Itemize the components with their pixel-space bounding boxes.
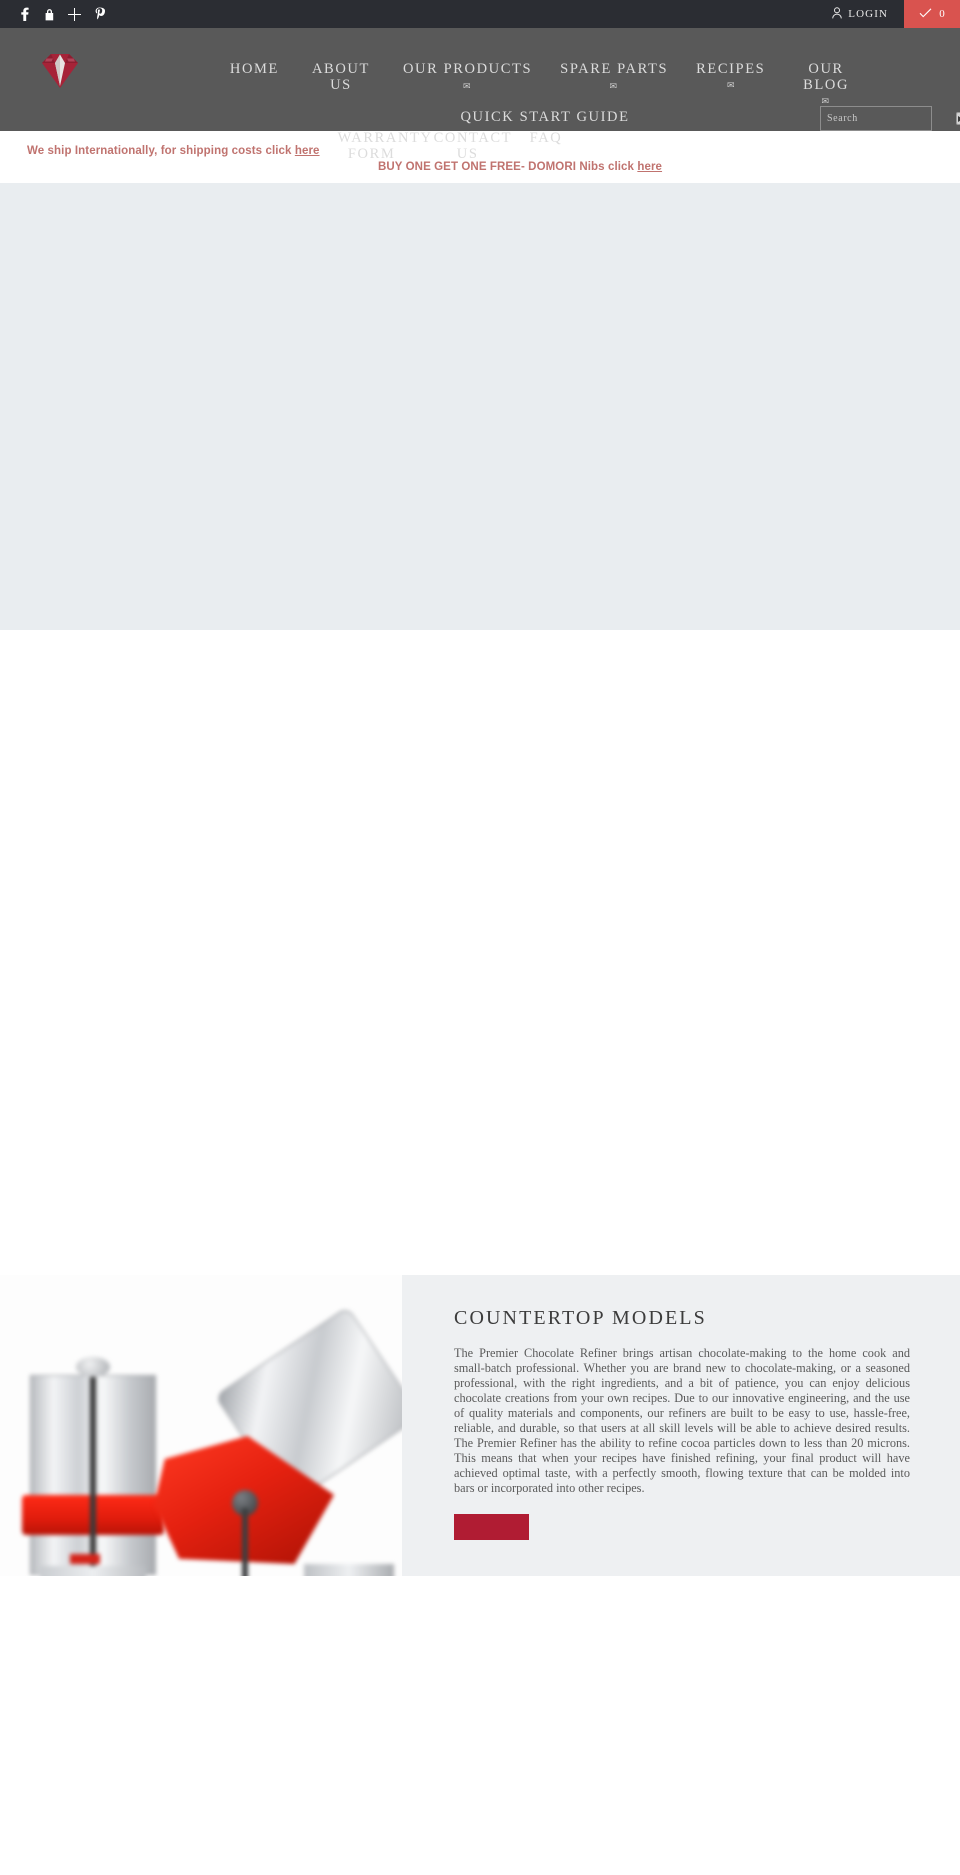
countertop-models-section: COUNTERTOP MODELS The Premier Chocolate … (0, 1275, 960, 1576)
nav-item[interactable]: OUR PRODUCTS ✉ (389, 61, 546, 94)
section-title: COUNTERTOP MODELS (454, 1307, 707, 1329)
login-label: LOGIN (848, 8, 888, 20)
plus-icon[interactable] (62, 0, 87, 28)
social-links (0, 0, 112, 28)
logo-link[interactable] (0, 28, 120, 92)
nav-item-label: FAQ (529, 130, 563, 146)
chevron-down-icon: ✉ (462, 80, 473, 91)
nav-item[interactable]: RECIPES ✉ (682, 61, 778, 94)
nav-item[interactable]: SPARE PARTS ✉ (546, 61, 682, 94)
nav-item-label: SPARE PARTS (560, 61, 669, 77)
nav-item-label: OUR PRODUCTS (402, 61, 533, 77)
nav-item[interactable]: FAQ (516, 130, 577, 147)
nav-item[interactable]: OUR BLOG ✉ (778, 61, 874, 110)
cart-button[interactable]: 0 (904, 0, 960, 28)
nav-item[interactable]: QUICK START GUIDE (446, 108, 643, 126)
shop-now-button[interactable] (454, 1514, 529, 1540)
site-header: HOME ABOUT US OUR PRODUCTS ✉ SPARE PARTS… (0, 28, 960, 161)
nav-row-secondary: WARRANTY FORM CONTACT US FAQ (120, 130, 960, 162)
chevron-down-icon: ✉ (727, 79, 737, 90)
hero-slideshow[interactable] (0, 183, 960, 630)
announcement-link[interactable]: here (637, 161, 662, 173)
product-image[interactable] (0, 1275, 402, 1576)
diamond-logo-icon (42, 54, 78, 88)
nav-item-label: QUICK START GUIDE (460, 108, 630, 125)
cart-check-icon (919, 7, 932, 21)
user-icon (832, 6, 843, 22)
search-submit-button[interactable] (956, 112, 960, 125)
facebook-icon[interactable] (12, 0, 37, 28)
top-utility-bar: LOGIN 0 (0, 0, 960, 28)
nav-item-label: OUR BLOG (803, 61, 850, 93)
announcement-text: BUY ONE GET ONE FREE- DOMORI Nibs click (377, 161, 638, 173)
nav-item-label: CONTACT US (433, 130, 513, 162)
topbar-right-group: LOGIN 0 (816, 0, 960, 28)
nav-item-label: WARRANTY FORM (337, 130, 433, 162)
lock-icon[interactable] (37, 0, 62, 28)
search-form (820, 106, 960, 131)
login-button[interactable]: LOGIN (816, 0, 904, 28)
section-body: The Premier Chocolate Refiner brings art… (454, 1346, 910, 1495)
chevron-down-icon: ✉ (609, 80, 619, 91)
nav-item[interactable]: HOME (216, 61, 293, 78)
content-spacer (0, 630, 960, 1275)
cart-count: 0 (939, 8, 945, 20)
nav-item[interactable]: CONTACT US (420, 130, 516, 162)
search-input[interactable] (821, 113, 956, 124)
nav-item-label: ABOUT US (311, 61, 370, 93)
nav-item[interactable]: WARRANTY FORM (324, 130, 431, 162)
nav-item[interactable]: ABOUT US (293, 61, 389, 93)
feature-text-panel: COUNTERTOP MODELS The Premier Chocolate … (402, 1275, 960, 1576)
nav-item-label: RECIPES (696, 61, 766, 77)
nav-item-label: HOME (229, 61, 279, 77)
main-navigation: HOME ABOUT US OUR PRODUCTS ✉ SPARE PARTS… (120, 28, 960, 162)
refiner-tilted-illustration (146, 1306, 402, 1576)
pinterest-icon[interactable] (87, 0, 112, 28)
